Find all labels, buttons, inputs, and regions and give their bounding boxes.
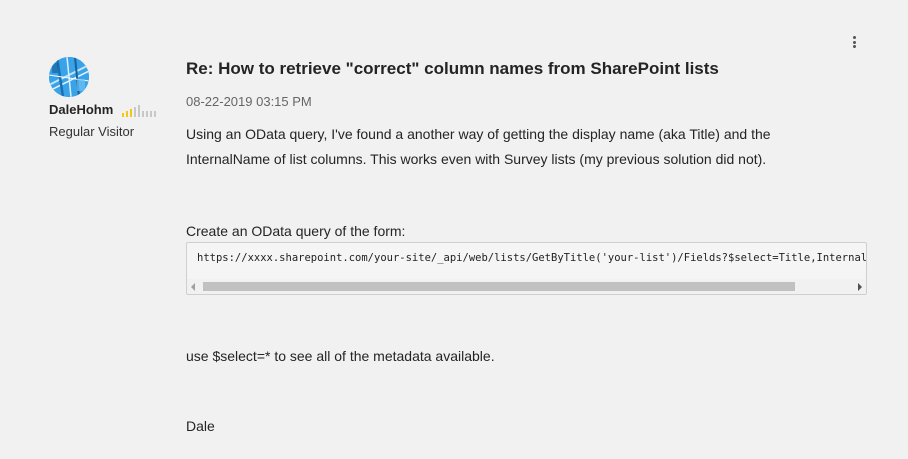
post-date: 08-22-2019 03:15 PM: [186, 94, 312, 109]
rank-bars-icon: [122, 105, 156, 117]
author-rank: Regular Visitor: [49, 124, 135, 139]
more-options-icon[interactable]: [846, 34, 862, 50]
code-block: https://xxxx.sharepoint.com/your-site/_a…: [186, 242, 867, 295]
rank-bar: [142, 111, 144, 117]
rank-bar: [150, 111, 152, 117]
kebab-dot: [852, 36, 856, 39]
post-paragraph: use $select=* to see all of the metadata…: [186, 348, 495, 364]
scrollbar-thumb[interactable]: [203, 282, 795, 291]
rank-bar: [122, 113, 124, 117]
post-title: Re: How to retrieve "correct" column nam…: [186, 59, 719, 78]
avatar-image: [49, 57, 89, 97]
rank-bar: [138, 105, 140, 117]
post-paragraph: Using an OData query, I've found a anoth…: [186, 126, 771, 167]
kebab-dot: [852, 45, 856, 48]
rank-bar: [154, 111, 156, 117]
post-paragraph: Create an OData query of the form:: [186, 223, 406, 239]
scroll-right-icon[interactable]: [858, 283, 862, 291]
rank-bar: [126, 111, 128, 117]
horizontal-scrollbar[interactable]: [187, 279, 866, 294]
avatar[interactable]: [49, 57, 89, 97]
post-signature: Dale: [186, 418, 215, 434]
author-name[interactable]: DaleHohm: [49, 102, 113, 117]
rank-bar: [134, 107, 136, 117]
rank-bar: [146, 111, 148, 117]
rank-bar: [130, 109, 132, 117]
code-text: https://xxxx.sharepoint.com/your-site/_a…: [197, 252, 867, 264]
kebab-dot: [852, 40, 856, 44]
scroll-left-icon[interactable]: [191, 283, 195, 291]
